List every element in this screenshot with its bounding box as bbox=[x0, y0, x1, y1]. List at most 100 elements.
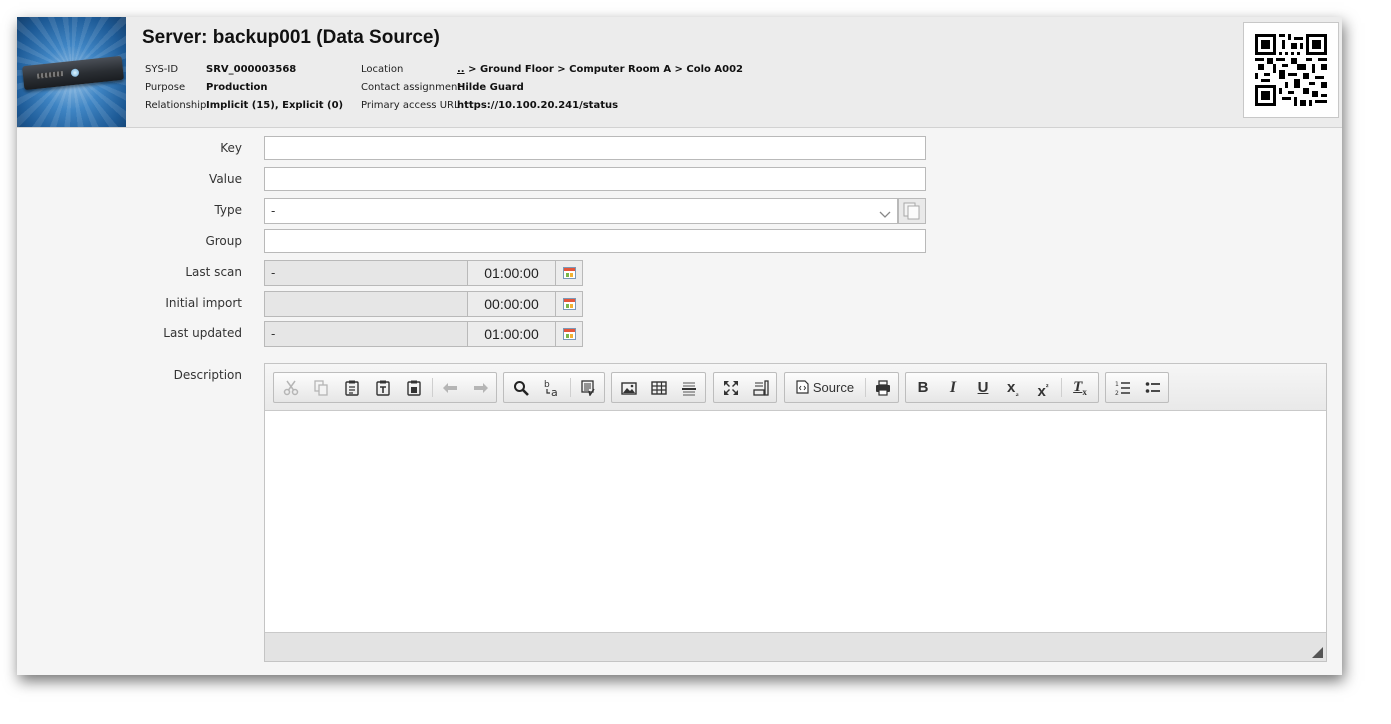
insert-table-button[interactable] bbox=[644, 373, 674, 402]
undo-button[interactable] bbox=[435, 373, 465, 402]
maximize-button[interactable] bbox=[716, 373, 746, 402]
server-image bbox=[17, 17, 126, 127]
toolbar-group-basicstyles: B I U x₂ x² Tx bbox=[905, 372, 1099, 403]
editor-statusbar bbox=[265, 632, 1326, 661]
copy-button[interactable] bbox=[306, 373, 336, 402]
toolbar-group-clipboard bbox=[273, 372, 497, 403]
value-label: Value bbox=[209, 172, 242, 186]
value-input[interactable] bbox=[264, 167, 926, 191]
purpose-label: Purpose bbox=[145, 82, 186, 93]
window: Server: backup001 (Data Source) SYS-ID P… bbox=[17, 17, 1342, 675]
image-icon bbox=[621, 382, 637, 395]
editor-toolbar: ba Source B I U x₂ x² Tx 1 2 bbox=[265, 364, 1326, 411]
group-label: Group bbox=[205, 234, 242, 248]
maximize-icon bbox=[724, 381, 738, 395]
last-scan-date[interactable]: - bbox=[264, 260, 468, 286]
meta-left-labels: SYS-ID Purpose Relationship bbox=[145, 61, 206, 115]
numbered-list-button[interactable]: 12 bbox=[1108, 373, 1138, 402]
calendar-icon bbox=[563, 328, 576, 340]
svg-text:a: a bbox=[551, 386, 558, 397]
url-value[interactable]: https://10.100.20.241/status bbox=[457, 97, 743, 115]
qr-code[interactable] bbox=[1243, 22, 1339, 118]
key-input[interactable] bbox=[264, 136, 926, 160]
horizontal-line-button[interactable] bbox=[674, 373, 704, 402]
remove-format-button[interactable]: Tx bbox=[1065, 373, 1095, 402]
last-updated-label: Last updated bbox=[163, 326, 242, 340]
subscript-button[interactable]: x₂ bbox=[998, 373, 1028, 402]
bold-button[interactable]: B bbox=[908, 373, 938, 402]
relationship-value[interactable]: Implicit (15), Explicit (0) bbox=[206, 97, 343, 115]
subscript-icon: x₂ bbox=[1007, 379, 1019, 398]
print-button[interactable] bbox=[868, 373, 898, 402]
toolbar-group-lists: 12 bbox=[1105, 372, 1169, 403]
location-root-link[interactable]: .. bbox=[457, 64, 465, 75]
toolbar-group-source: Source bbox=[784, 372, 899, 403]
initial-import-calendar-button[interactable] bbox=[555, 291, 583, 317]
description-editor: ba Source B I U x₂ x² Tx 1 2 bbox=[264, 363, 1327, 662]
purpose-value: Production bbox=[206, 82, 268, 93]
numbered-list-icon: 12 bbox=[1115, 381, 1130, 397]
spellcheck-button[interactable] bbox=[573, 373, 603, 402]
type-selected-value: - bbox=[271, 204, 276, 218]
initial-import-time[interactable]: 00:00:00 bbox=[467, 291, 556, 317]
description-label: Description bbox=[173, 368, 242, 382]
last-scan-time[interactable]: 01:00:00 bbox=[467, 260, 556, 286]
replace-button[interactable]: ba bbox=[537, 373, 567, 402]
bulleted-list-button[interactable] bbox=[1138, 373, 1168, 402]
find-button[interactable] bbox=[506, 373, 536, 402]
contact-value[interactable]: Hilde Guard bbox=[457, 79, 743, 97]
toolbar-group-find: ba bbox=[503, 372, 605, 403]
replace-icon: ba bbox=[544, 380, 558, 399]
redo-icon bbox=[474, 383, 488, 393]
sys-id-label: SYS-ID bbox=[145, 64, 179, 75]
cut-icon bbox=[283, 380, 299, 396]
svg-text:2: 2 bbox=[1115, 390, 1119, 396]
paste-word-icon bbox=[407, 380, 421, 396]
last-updated-calendar-button[interactable] bbox=[555, 321, 583, 347]
insert-image-button[interactable] bbox=[614, 373, 644, 402]
source-label: Source bbox=[812, 380, 855, 395]
show-blocks-icon bbox=[753, 380, 769, 396]
initial-import-label: Initial import bbox=[165, 296, 242, 310]
superscript-button[interactable]: x² bbox=[1028, 373, 1058, 402]
cut-button[interactable] bbox=[276, 373, 306, 402]
horizontal-line-icon bbox=[682, 382, 696, 396]
location-label: Location bbox=[361, 64, 404, 75]
meta-left-values: SRV_000003568 Production Implicit (15), … bbox=[206, 61, 343, 115]
initial-import-date[interactable] bbox=[264, 291, 468, 317]
last-updated-time[interactable]: 01:00:00 bbox=[467, 321, 556, 347]
editor-content-area[interactable] bbox=[265, 411, 1326, 633]
redo-button[interactable] bbox=[466, 373, 496, 402]
paste-word-button[interactable] bbox=[399, 373, 429, 402]
location-path[interactable]: > Ground Floor > Computer Room A > Colo … bbox=[465, 64, 743, 75]
superscript-icon: x² bbox=[1037, 383, 1049, 400]
source-icon bbox=[796, 380, 809, 394]
location-value: .. > Ground Floor > Computer Room A > Co… bbox=[457, 61, 743, 79]
source-button[interactable]: Source bbox=[787, 373, 863, 402]
underline-button[interactable]: U bbox=[968, 373, 998, 402]
svg-text:b: b bbox=[544, 380, 550, 390]
page-title: Server: backup001 (Data Source) bbox=[142, 27, 440, 48]
paste-text-button[interactable] bbox=[368, 373, 398, 402]
last-updated-date[interactable]: - bbox=[264, 321, 468, 347]
resize-handle-icon[interactable] bbox=[1312, 647, 1323, 658]
italic-button[interactable]: I bbox=[938, 373, 968, 402]
last-scan-calendar-button[interactable] bbox=[555, 260, 583, 286]
copy-icon bbox=[903, 202, 920, 220]
table-icon bbox=[651, 381, 667, 395]
group-input[interactable] bbox=[264, 229, 926, 253]
contact-label: Contact assignment bbox=[361, 82, 462, 93]
url-label: Primary access URL bbox=[361, 100, 460, 111]
type-select[interactable]: - bbox=[264, 198, 898, 224]
show-blocks-button[interactable] bbox=[746, 373, 776, 402]
meta-right-values: .. > Ground Floor > Computer Room A > Co… bbox=[457, 61, 743, 115]
spellcheck-icon bbox=[581, 380, 595, 397]
copy-icon bbox=[314, 380, 328, 396]
svg-text:1: 1 bbox=[1115, 381, 1119, 388]
key-label: Key bbox=[220, 141, 242, 155]
undo-icon bbox=[443, 383, 457, 393]
type-copy-button[interactable] bbox=[898, 198, 926, 224]
paste-button[interactable] bbox=[337, 373, 367, 402]
sys-id-value: SRV_000003568 bbox=[206, 64, 297, 75]
toolbar-group-insert bbox=[611, 372, 706, 403]
